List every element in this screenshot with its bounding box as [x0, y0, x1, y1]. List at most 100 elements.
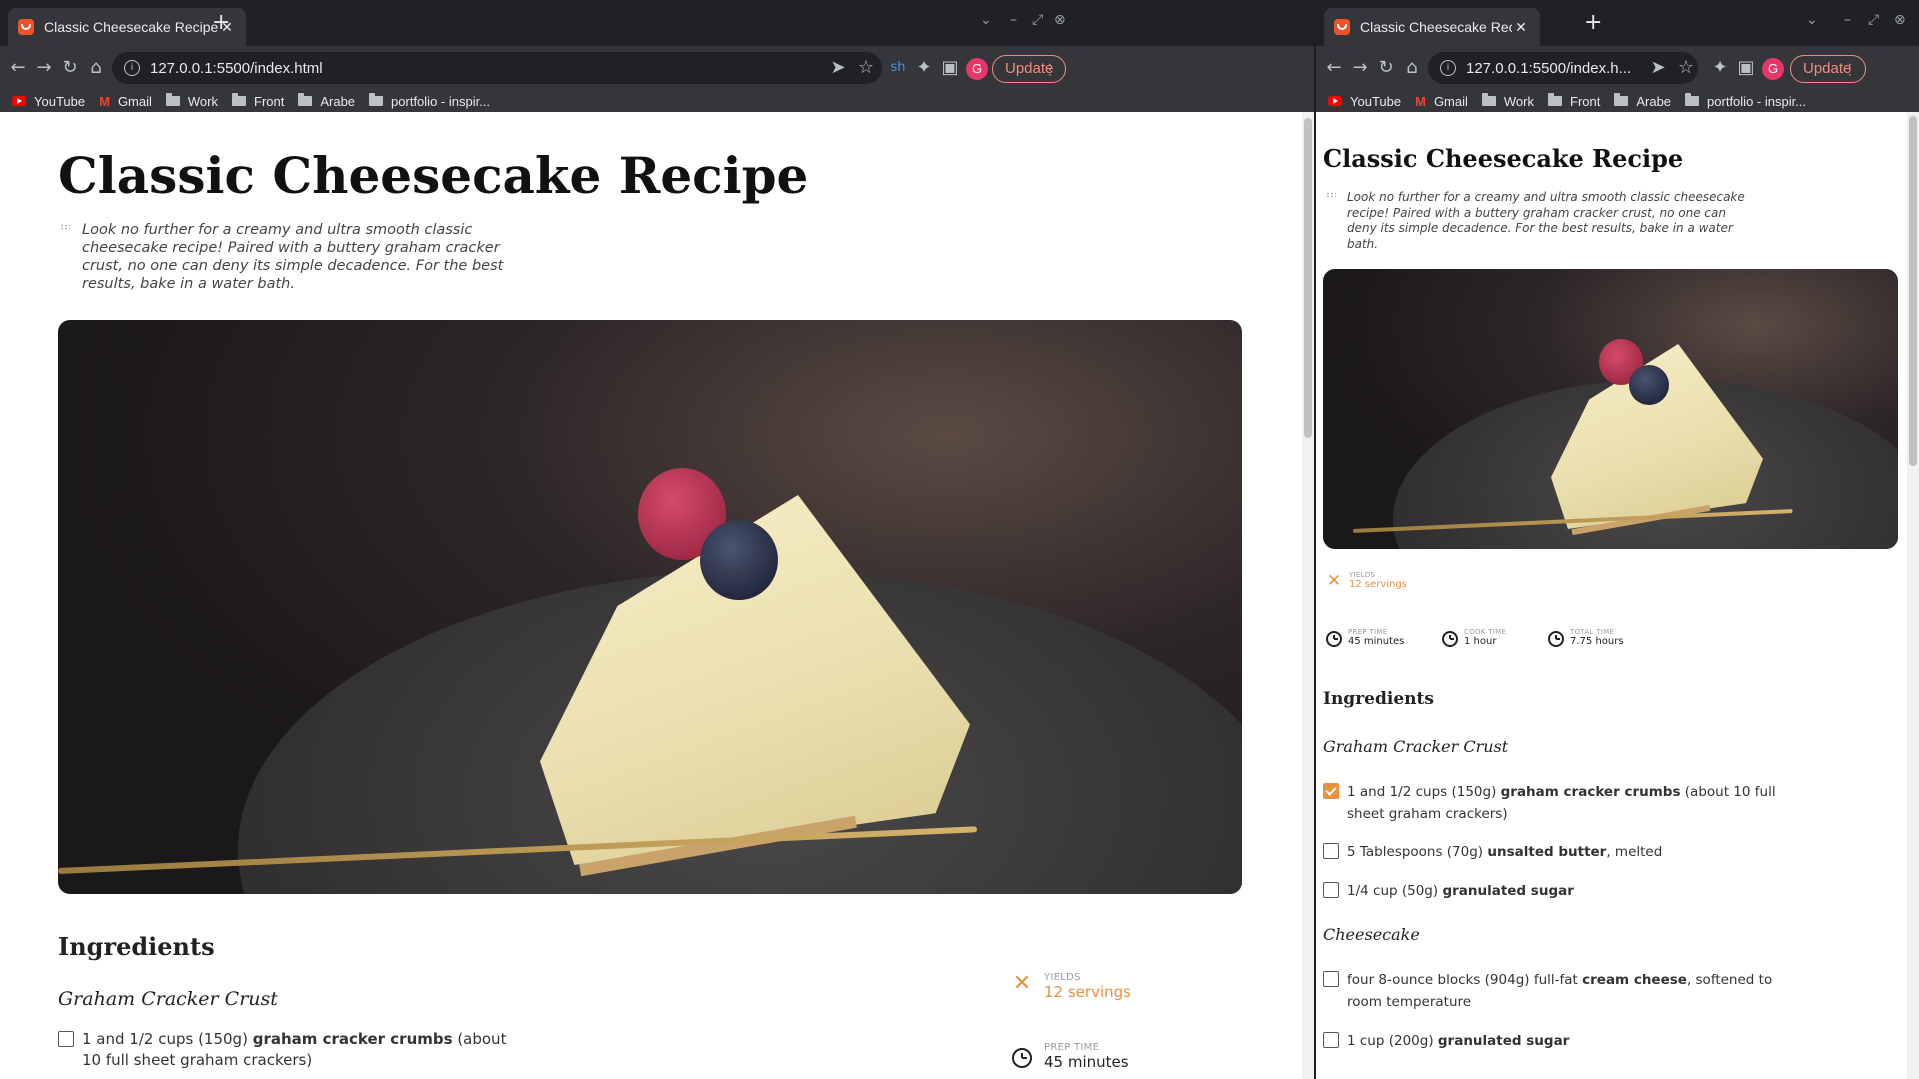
- forward-arrow-icon[interactable]: →: [1348, 56, 1372, 80]
- tab-search-chevron-down-icon[interactable]: ⌄: [980, 12, 992, 28]
- drag-handle-icon[interactable]: [60, 224, 70, 230]
- section-heading-cheesecake: Cheesecake: [1323, 925, 1420, 944]
- yields-label: YIELDS: [1349, 571, 1376, 579]
- ingredient-checkbox[interactable]: [1323, 843, 1339, 859]
- meta-total-time: TOTAL TIME 7.75 hours: [1548, 628, 1624, 647]
- bookmark-gmail[interactable]: M Gmail: [1415, 94, 1468, 109]
- new-tab-icon[interactable]: +: [212, 12, 230, 34]
- toolbar: ← → ↻ ⌂ i 127.0.0.1:5500/index.html ➤ ☆ …: [0, 46, 1314, 90]
- scrollbar-thumb[interactable]: [1304, 118, 1312, 438]
- site-info-icon[interactable]: i: [124, 60, 140, 76]
- clock-icon: [1326, 631, 1342, 647]
- bookmark-work[interactable]: Work: [165, 93, 218, 109]
- bookmark-front[interactable]: Front: [1548, 93, 1601, 109]
- scrollbar-thumb[interactable]: [1909, 116, 1917, 466]
- ingredient-text: 1/4 cup (50g) granulated sugar: [1347, 883, 1574, 899]
- reload-icon[interactable]: ↻: [1374, 56, 1398, 80]
- scrollbar[interactable]: [1907, 112, 1919, 1079]
- profile-avatar[interactable]: G: [1762, 58, 1784, 80]
- send-icon[interactable]: ➤: [1646, 56, 1670, 80]
- ingredients-heading: Ingredients: [58, 932, 215, 961]
- total-value: 7.75 hours: [1570, 636, 1624, 647]
- update-button[interactable]: Update ⋮: [1790, 55, 1866, 83]
- side-panel-icon[interactable]: ▣: [938, 56, 962, 80]
- bookmark-label: Gmail: [1433, 93, 1468, 109]
- forward-arrow-icon[interactable]: →: [32, 56, 56, 80]
- home-icon[interactable]: ⌂: [1400, 56, 1424, 80]
- drag-handle-icon[interactable]: [1326, 192, 1336, 198]
- bookmark-label: Work: [1503, 93, 1534, 109]
- profile-avatar[interactable]: G: [966, 58, 988, 80]
- home-icon[interactable]: ⌂: [84, 56, 108, 80]
- minimize-icon[interactable]: –: [1844, 12, 1851, 28]
- ingredient-checkbox[interactable]: [1323, 971, 1339, 987]
- tab-recipe[interactable]: Classic Cheesecake Recipe | Ri ✕: [1324, 8, 1540, 46]
- scrollbar[interactable]: [1302, 112, 1314, 1079]
- bookmark-arabe[interactable]: Arabe: [1614, 93, 1672, 109]
- section-heading-crust: Graham Cracker Crust: [1323, 737, 1509, 756]
- ingredient-checkbox[interactable]: [1323, 1032, 1339, 1048]
- tab-close-icon[interactable]: ✕: [1512, 19, 1530, 36]
- update-button[interactable]: Update ⋮: [992, 55, 1066, 83]
- clock-icon: [1548, 631, 1564, 647]
- close-window-icon[interactable]: ⊗: [1894, 12, 1906, 28]
- ingredient-checkbox[interactable]: [58, 1031, 74, 1047]
- more-menu-icon[interactable]: ⋮: [1043, 56, 1057, 82]
- gmail-icon: M: [99, 93, 110, 109]
- site-favicon-icon: [18, 19, 34, 35]
- new-tab-icon[interactable]: +: [1584, 12, 1602, 34]
- youtube-icon: [12, 96, 26, 106]
- more-menu-icon[interactable]: ⋮: [1843, 56, 1857, 82]
- reload-icon[interactable]: ↻: [58, 56, 82, 80]
- minimize-icon[interactable]: –: [1010, 12, 1017, 28]
- prep-label: PREP TIME: [1044, 1042, 1100, 1053]
- bookmark-label: Front: [1570, 93, 1601, 109]
- bookmark-portfolio[interactable]: portfolio - inspir...: [369, 93, 490, 109]
- bookmark-label: Front: [254, 93, 285, 109]
- bookmark-work[interactable]: Work: [1481, 93, 1534, 109]
- bookmark-label: Arabe: [1636, 93, 1672, 109]
- site-info-icon[interactable]: i: [1440, 60, 1456, 76]
- bookmark-youtube[interactable]: YouTube: [12, 94, 85, 109]
- maximize-icon[interactable]: ⤢: [1868, 12, 1879, 28]
- ingredient-checkbox[interactable]: [1323, 882, 1339, 898]
- utensils-icon: ✕: [1012, 971, 1032, 996]
- site-favicon-icon: [1334, 19, 1350, 35]
- back-arrow-icon[interactable]: ←: [6, 56, 30, 80]
- ingredient-checkbox-checked[interactable]: [1323, 783, 1339, 799]
- close-window-icon[interactable]: ⊗: [1054, 12, 1066, 28]
- maximize-icon[interactable]: ⤢: [1032, 12, 1043, 28]
- bookmark-portfolio[interactable]: portfolio - inspir...: [1685, 93, 1806, 109]
- address-bar[interactable]: i 127.0.0.1:5500/index.html: [112, 52, 882, 84]
- yields-label: YIELDS: [1044, 972, 1081, 983]
- back-arrow-icon[interactable]: ←: [1322, 56, 1346, 80]
- meta-prep-time: PREP TIME 45 minutes: [1326, 628, 1404, 647]
- gmail-icon: M: [1415, 93, 1426, 109]
- ingredient-text: 1 cup (200g) granulated sugar: [1347, 1033, 1570, 1049]
- recipe-description: Look no further for a creamy and ultra s…: [82, 222, 504, 292]
- bookmark-star-icon[interactable]: ☆: [854, 56, 878, 80]
- prep-value: 45 minutes: [1044, 1053, 1129, 1071]
- bookmark-front[interactable]: Front: [232, 93, 285, 109]
- extension-sh-icon[interactable]: sh: [886, 56, 910, 80]
- bookmark-youtube[interactable]: YouTube: [1328, 94, 1401, 109]
- bookmark-arabe[interactable]: Arabe: [298, 93, 355, 109]
- tab-search-chevron-down-icon[interactable]: ⌄: [1806, 12, 1818, 28]
- recipe-description: Look no further for a creamy and ultra s…: [1347, 190, 1745, 251]
- blueberry-shape: [700, 520, 778, 600]
- side-panel-icon[interactable]: ▣: [1734, 56, 1758, 80]
- bookmark-label: YouTube: [34, 93, 86, 109]
- clock-icon: [1012, 1048, 1032, 1068]
- bookmark-gmail[interactable]: M Gmail: [99, 94, 152, 109]
- ingredient-item: 1 and 1/2 cups (150g) graham cracker cru…: [58, 1029, 518, 1071]
- bookmark-star-icon[interactable]: ☆: [1674, 56, 1698, 80]
- ingredient-item: 1 cup (200g) granulated sugar: [1323, 1030, 1793, 1052]
- extensions-puzzle-icon[interactable]: ✦: [912, 56, 936, 80]
- browser-window-narrow: Classic Cheesecake Recipe | Ri ✕ + ⌄ – ⤢…: [1316, 0, 1919, 1079]
- youtube-icon: [1328, 96, 1342, 106]
- ingredient-text: four 8-ounce blocks (904g) full-fat crea…: [1347, 972, 1773, 1010]
- extensions-puzzle-icon[interactable]: ✦: [1708, 56, 1732, 80]
- send-icon[interactable]: ➤: [826, 56, 850, 80]
- section-heading-crust: Graham Cracker Crust: [58, 988, 278, 1010]
- tab-recipe[interactable]: Classic Cheesecake Recipe | Ru ✕: [8, 8, 246, 46]
